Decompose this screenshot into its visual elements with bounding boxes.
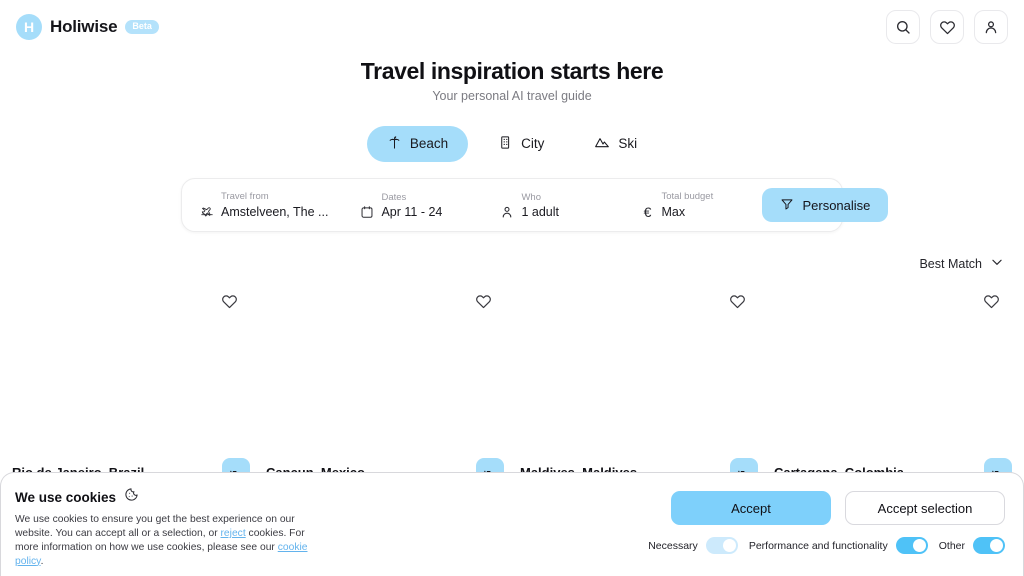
destination-cards: Rio de Janeiro, Brazil Cancun, Mexico — [0, 285, 1024, 486]
destination-card[interactable]: Rio de Janeiro, Brazil — [10, 285, 252, 486]
search-button[interactable] — [886, 10, 920, 44]
card-image — [10, 285, 252, 450]
search-icon — [895, 19, 911, 35]
plane-departure-icon — [200, 204, 214, 219]
toggle-necessary: Necessary — [648, 537, 738, 554]
page-title: Travel inspiration starts here — [360, 58, 664, 84]
toggle-performance-switch[interactable] — [895, 537, 928, 554]
budget-field[interactable]: Total budget € Max — [622, 191, 762, 220]
favorite-heart-icon[interactable] — [983, 293, 1000, 315]
cookie-icon — [124, 487, 139, 507]
reject-link[interactable]: reject — [221, 528, 246, 539]
favorite-heart-icon[interactable] — [729, 293, 746, 315]
cookie-heading: We use cookies — [15, 487, 315, 507]
toggle-other-switch[interactable] — [973, 537, 1005, 554]
cookie-banner: We use cookies We use cookies to ensure … — [0, 472, 1024, 576]
palm-tree-icon — [387, 135, 402, 153]
brand-name: Holiwise — [50, 17, 118, 36]
toggle-performance-label: Performance and functionality — [748, 539, 888, 552]
beta-badge: Beta — [125, 20, 159, 34]
budget-value: Max — [661, 204, 686, 219]
logo-letter: H — [23, 19, 35, 35]
dates-label: Dates — [381, 191, 407, 203]
destination-card[interactable]: Cartagena, Colombia — [772, 285, 1014, 486]
app-header: H Holiwise Beta — [0, 0, 1024, 54]
sort-label: Best Match — [919, 256, 982, 271]
destination-card[interactable]: Cancun, Mexico — [264, 285, 506, 486]
tab-city[interactable]: City — [478, 126, 564, 162]
logo-icon: H — [16, 14, 42, 40]
dates-value: Apr 11 - 24 — [381, 204, 443, 219]
card-image — [772, 285, 1014, 450]
accept-button[interactable]: Accept — [671, 491, 831, 525]
euro-icon: € — [643, 203, 652, 220]
favorite-heart-icon[interactable] — [221, 293, 238, 315]
accept-selection-button[interactable]: Accept selection — [845, 491, 1005, 525]
cookie-title: We use cookies — [15, 489, 117, 505]
who-label: Who — [521, 191, 542, 203]
favorite-heart-icon[interactable] — [475, 293, 492, 315]
who-field[interactable]: Who 1 adult — [482, 192, 622, 219]
tab-city-label: City — [521, 136, 545, 151]
favorites-button[interactable] — [930, 10, 964, 44]
search-bar: Travel from Amstelveen, The ... Dates Ap… — [181, 178, 889, 232]
cookie-description: We use cookies to ensure you get the bes… — [15, 513, 315, 569]
heart-icon — [939, 19, 956, 36]
cookie-text-3: . — [40, 555, 44, 567]
hero-section: Travel inspiration starts here Your pers… — [0, 58, 1024, 103]
toggle-necessary-label: Necessary — [648, 539, 698, 552]
tab-beach[interactable]: Beach — [366, 125, 469, 162]
cookie-controls: Accept Accept selection Necessary Perfor… — [648, 487, 1005, 554]
who-value: 1 adult — [521, 204, 559, 219]
page-subtitle: Your personal AI travel guide — [432, 89, 592, 103]
destination-card[interactable]: Maldives, Maldives — [518, 285, 760, 486]
cookie-text-block: We use cookies We use cookies to ensure … — [15, 487, 315, 569]
cookie-toggles: Necessary Performance and functionality … — [648, 537, 1005, 554]
account-button[interactable] — [974, 10, 1008, 44]
card-image — [518, 285, 760, 450]
filter-icon — [780, 197, 794, 214]
tab-ski[interactable]: Ski — [574, 125, 657, 162]
calendar-icon — [360, 205, 374, 219]
header-actions — [886, 10, 1008, 44]
category-tabs: Beach City Ski — [0, 125, 1024, 162]
cookie-buttons: Accept Accept selection — [671, 491, 1005, 525]
toggle-other-label: Other — [938, 539, 965, 552]
app-root: H Holiwise Beta Travel inspiration start… — [0, 0, 1024, 576]
toggle-necessary-switch[interactable] — [705, 537, 738, 554]
travel-from-field[interactable]: Travel from Amstelveen, The ... — [182, 191, 342, 219]
user-icon — [983, 19, 999, 35]
travel-from-value: Amstelveen, The ... — [221, 204, 329, 219]
budget-label: Total budget — [661, 190, 714, 202]
tab-beach-label: Beach — [409, 136, 449, 151]
mountain-icon — [594, 134, 610, 153]
personalise-button[interactable]: Personalise — [762, 188, 889, 222]
personalise-label: Personalise — [802, 197, 871, 213]
tab-ski-label: Ski — [618, 136, 638, 151]
card-image — [264, 285, 506, 450]
toggle-other: Other — [939, 537, 1005, 554]
building-icon — [498, 135, 513, 153]
travel-from-label: Travel from — [221, 191, 269, 202]
chevron-down-icon — [990, 255, 1004, 272]
toggle-performance: Performance and functionality — [749, 537, 928, 554]
brand[interactable]: H Holiwise Beta — [16, 14, 159, 40]
person-icon — [500, 205, 514, 219]
sort-dropdown[interactable]: Best Match — [919, 255, 1004, 272]
dates-field[interactable]: Dates Apr 11 - 24 — [342, 192, 482, 219]
